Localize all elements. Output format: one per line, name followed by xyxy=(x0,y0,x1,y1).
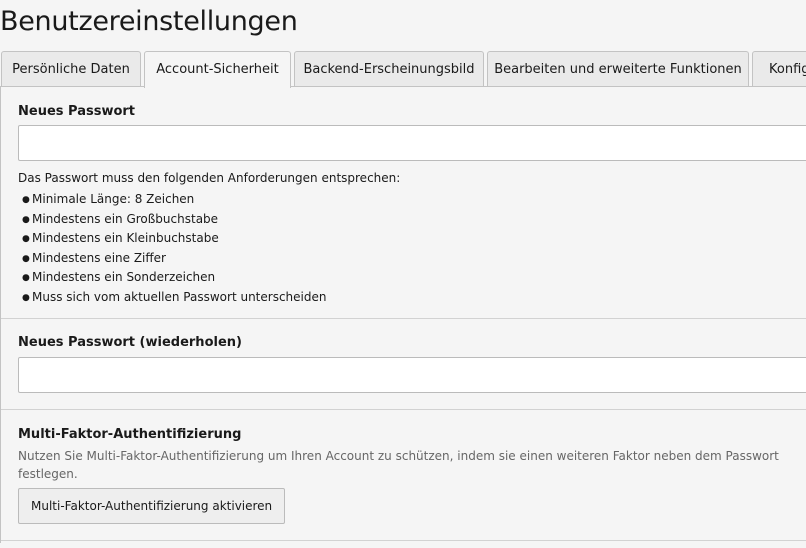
password-section: Neues Passwort Das Passwort muss den fol… xyxy=(1,87,806,318)
bullet-icon: ● xyxy=(22,292,30,303)
section-divider xyxy=(1,540,806,541)
password-repeat-section: Neues Passwort (wiederholen) xyxy=(1,319,806,409)
bullet-icon: ● xyxy=(22,234,30,245)
password-requirements-list: ● Minimale Länge: 8 Zeichen ● Mindestens e… xyxy=(18,190,326,308)
mfa-section: Multi-Faktor-Authentifizierung Nutzen Si… xyxy=(1,410,806,542)
page-title: Benutzereinstellungen xyxy=(0,6,298,37)
tab-account-security[interactable]: Account-Sicherheit xyxy=(144,51,291,88)
tab-bar: Persönliche Daten Account-Sicherheit Bac… xyxy=(0,51,806,88)
list-item: ● Muss sich vom aktuellen Passwort unters… xyxy=(18,288,326,308)
new-password-input[interactable] xyxy=(18,125,806,161)
bullet-icon: ● xyxy=(22,195,30,205)
bullet-icon: ● xyxy=(22,214,30,225)
tab-configuration[interactable]: Konfig xyxy=(752,51,806,86)
account-security-panel: Neues Passwort Das Passwort muss den fol… xyxy=(0,87,806,543)
activate-mfa-button[interactable]: Multi-Faktor-Authentifizierung aktiviere… xyxy=(18,488,286,524)
list-item: ● Mindestens ein Sonderzeichen xyxy=(18,268,326,288)
mfa-title: Multi-Faktor-Authentifizierung xyxy=(18,427,242,442)
list-item: ● Mindestens eine Ziffer xyxy=(18,249,326,269)
tab-editing-advanced[interactable]: Bearbeiten und erweiterte Funktionen xyxy=(487,51,749,86)
mfa-description: Nutzen Sie Multi-Faktor-Authentifizierun… xyxy=(18,449,779,481)
list-item: ● Mindestens ein Großbuchstabe xyxy=(18,210,326,230)
tab-personal-data[interactable]: Persönliche Daten xyxy=(1,51,141,86)
bullet-icon: ● xyxy=(22,273,30,284)
bullet-icon: ● xyxy=(22,253,30,264)
password-requirements-intro: Das Passwort muss den folgenden Anforder… xyxy=(18,171,401,185)
tabs-divider xyxy=(0,86,806,87)
new-password-label: Neues Passwort xyxy=(18,104,136,119)
list-item: ● Mindestens ein Kleinbuchstabe xyxy=(18,229,326,249)
repeat-password-label: Neues Passwort (wiederholen) xyxy=(18,335,242,350)
tab-backend-appearance[interactable]: Backend-Erscheinungsbild xyxy=(294,51,484,86)
repeat-password-input[interactable] xyxy=(18,357,806,393)
list-item: ● Minimale Länge: 8 Zeichen xyxy=(18,190,326,210)
